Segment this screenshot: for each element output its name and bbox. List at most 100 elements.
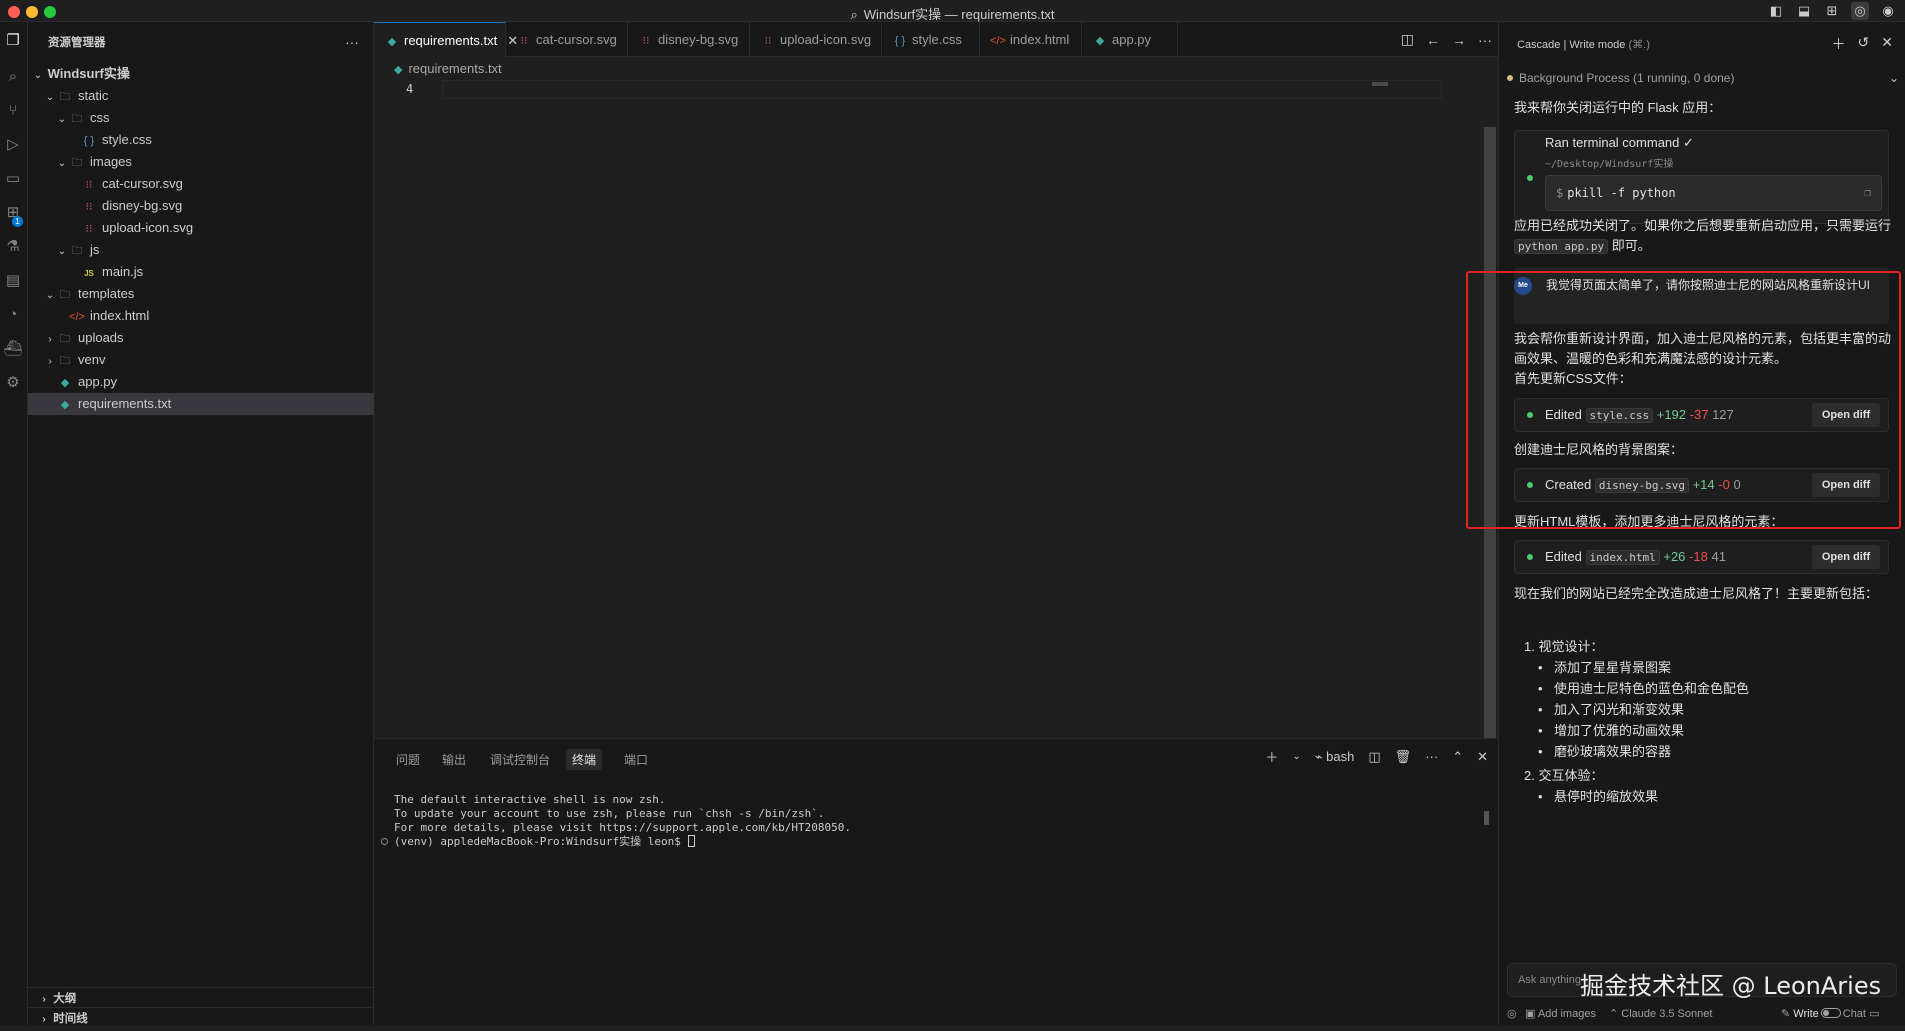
editor-tab[interactable]: ◆ app.py <box>1082 22 1178 57</box>
summary-list: 1. 视觉设计： 添加了星星背景图案 使用迪士尼特色的蓝色和金色配色 加入了闪光… <box>1514 636 1896 807</box>
assistant-message: 首先更新CSS文件： <box>1514 371 1632 386</box>
open-diff-button[interactable]: Open diff <box>1812 473 1880 497</box>
folder-icon: 🗀 <box>71 245 83 257</box>
search-icon[interactable]: ⌕ <box>2 66 24 88</box>
copy-icon[interactable]: ❐ <box>1864 176 1871 210</box>
panel-tab[interactable]: 问题 <box>390 749 426 770</box>
model-selector[interactable]: ⌃ Claude 3.5 Sonnet <box>1609 1003 1712 1025</box>
editor-tab[interactable]: ◆ requirements.txt ✕ <box>374 22 518 57</box>
terminal-output[interactable]: The default interactive shell is now zsh… <box>394 793 851 849</box>
editor-scrollbar[interactable] <box>1484 127 1496 739</box>
testing-icon[interactable]: ⚗ <box>2 236 24 258</box>
toggle-sidebar-icon[interactable]: ◧ <box>1767 2 1785 20</box>
editor-tab[interactable]: ⁝⁝ disney-bg.svg <box>628 22 750 57</box>
tree-item[interactable]: ⌄ 🗀 css <box>28 107 374 129</box>
chevron-down-icon: ⌄ <box>57 246 67 257</box>
run-debug-icon[interactable]: ▷ <box>2 134 24 156</box>
minimap[interactable] <box>1372 82 1388 86</box>
panel-tab[interactable]: 终端 <box>566 749 603 770</box>
tree-item[interactable]: ◆ app.py <box>28 371 374 393</box>
settings-gear-icon[interactable]: ⚙ <box>2 372 24 394</box>
new-terminal-icon[interactable]: ＋ <box>1265 747 1278 766</box>
remote-explorer-icon[interactable]: ▭ <box>2 168 24 190</box>
tree-item[interactable]: ⌄ 🗀 js <box>28 239 374 261</box>
timeline-section[interactable]: › 时间线 <box>28 1007 374 1029</box>
terminal-command-card[interactable]: Ran terminal command ✓ ~/Desktop/Windsur… <box>1514 130 1889 224</box>
mode-toggle[interactable] <box>1820 1008 1841 1018</box>
open-diff-button[interactable]: Open diff <box>1812 545 1880 569</box>
close-panel-icon[interactable]: ✕ <box>1477 749 1488 765</box>
editor-tab[interactable]: ⁝⁝ cat-cursor.svg <box>506 22 628 57</box>
tree-item[interactable]: ⌄ 🗀 images <box>28 151 374 173</box>
background-process-label: Background Process (1 running, 0 done) <box>1519 71 1735 85</box>
editor-tab[interactable]: </> index.html <box>980 22 1082 57</box>
write-mode-label: Write <box>1793 1008 1819 1020</box>
edit-card[interactable]: Edited index.html +26 -18 41 Open diff <box>1514 540 1889 574</box>
cascade-toggle-icon[interactable]: ◎ <box>1851 2 1869 20</box>
shell-prompt: $ <box>1556 186 1564 200</box>
list-heading: 2. 交互体验： <box>1524 768 1604 783</box>
edit-card[interactable]: Edited style.css +192 -37 127 Open diff <box>1514 398 1889 432</box>
chat-input[interactable]: Ask anything 掘金技术社区 @ LeonAries <box>1507 963 1897 1000</box>
split-terminal-icon[interactable]: ◫ <box>1368 749 1380 765</box>
edit-card[interactable]: Created disney-bg.svg +14 -0 0 Open diff <box>1514 468 1889 502</box>
breadcrumb[interactable]: ◆ requirements.txt <box>394 61 502 76</box>
editor-tab[interactable]: ⁝⁝ upload-icon.svg <box>750 22 882 57</box>
terminal-command-box[interactable]: $ pkill -f python ❐ <box>1545 175 1882 211</box>
panel-tab[interactable]: 输出 <box>436 749 472 770</box>
more-icon[interactable]: ··· <box>1478 32 1492 48</box>
close-icon[interactable]: ✕ <box>1881 34 1893 54</box>
mention-icon[interactable]: ◎ <box>1507 1003 1517 1025</box>
window-title-area[interactable]: ⌕ Windsurf实操 — requirements.txt <box>0 4 1905 23</box>
terminal-dropdown-icon[interactable]: ⌄ <box>1292 751 1300 762</box>
trash-icon[interactable]: 🗑 <box>1395 749 1412 765</box>
background-process-bar[interactable]: Background Process (1 running, 0 done) ⌄ <box>1507 68 1899 88</box>
activity-bar: ❐ ⌕ ⑂ ▷ ▭ ⊞ 1 ⚗ ▤ ◔ ⛴ ⚙ <box>0 22 28 1025</box>
toggle-panel-icon[interactable]: ⬓ <box>1795 2 1813 20</box>
tree-item[interactable]: </> index.html <box>28 305 374 327</box>
maximize-panel-icon[interactable]: ⌃ <box>1452 749 1463 765</box>
more-icon[interactable]: ··· <box>1425 749 1438 764</box>
tree-item[interactable]: ◆ requirements.txt <box>28 393 374 415</box>
tree-root[interactable]: ⌄ Windsurf实操 <box>28 63 374 85</box>
terminal-scrollbar[interactable] <box>1484 811 1489 825</box>
tree-item[interactable]: ⌄ 🗀 static <box>28 85 374 107</box>
lines-added: +14 <box>1692 477 1715 492</box>
write-chat-toggle[interactable]: ✎ Write Chat ▭ <box>1781 1003 1879 1025</box>
tree-item[interactable]: ⁝⁝ cat-cursor.svg <box>28 173 374 195</box>
tree-item[interactable]: › 🗀 venv <box>28 349 374 371</box>
explorer-icon[interactable]: ❐ <box>2 30 24 52</box>
source-control-icon[interactable]: ⑂ <box>2 100 24 122</box>
extensions-icon[interactable]: ⊞ 1 <box>2 202 24 227</box>
shell-selector[interactable]: ⌁ bash <box>1315 749 1355 765</box>
open-diff-button[interactable]: Open diff <box>1812 403 1880 427</box>
tree-item[interactable]: › 🗀 uploads <box>28 327 374 349</box>
customize-layout-icon[interactable]: ⊞ <box>1823 2 1841 20</box>
outline-section[interactable]: › 大纲 <box>28 987 374 1009</box>
assistant-message: 应用已经成功关闭了。如果你之后想要重新启动应用，只需要运行 python app… <box>1514 216 1896 257</box>
panel-tab[interactable]: 调试控制台 <box>484 749 556 770</box>
tree-item[interactable]: ⁝⁝ disney-bg.svg <box>28 195 374 217</box>
history-icon[interactable]: ↺ <box>1858 34 1870 54</box>
user-message-text: 我觉得页面太简单了，请你按照迪士尼的网站风格重新设计UI <box>1546 278 1871 292</box>
folder-icon: 🗀 <box>71 157 83 169</box>
tree-item[interactable]: ⌄ 🗀 templates <box>28 283 374 305</box>
docker-icon[interactable]: ⛴ <box>2 338 24 360</box>
account-icon[interactable]: ◉ <box>1879 2 1897 20</box>
layout-controls: ◧ ⬓ ⊞ ◎ ◉ <box>1767 2 1897 20</box>
tree-item[interactable]: ⁝⁝ upload-icon.svg <box>28 217 374 239</box>
more-actions-icon[interactable]: ··· <box>345 34 359 50</box>
back-arrow-icon[interactable]: ← <box>1426 32 1440 48</box>
add-images-button[interactable]: ▣ Add images <box>1525 1003 1596 1025</box>
new-chat-icon[interactable]: ＋ <box>1832 34 1846 54</box>
tree-item-label: requirements.txt <box>78 396 172 411</box>
timeline-icon[interactable]: ◔ <box>2 304 24 326</box>
editor-tab[interactable]: { } style.css <box>882 22 980 57</box>
tree-item[interactable]: JS main.js <box>28 261 374 283</box>
forward-arrow-icon[interactable]: → <box>1452 32 1466 48</box>
split-editor-icon[interactable]: ◫ <box>1401 31 1414 48</box>
panel-tab[interactable]: 端口 <box>618 749 654 770</box>
editor-text-line[interactable] <box>442 80 1442 99</box>
folder-icon[interactable]: ▤ <box>2 270 24 292</box>
tree-item[interactable]: { } style.css <box>28 129 374 151</box>
